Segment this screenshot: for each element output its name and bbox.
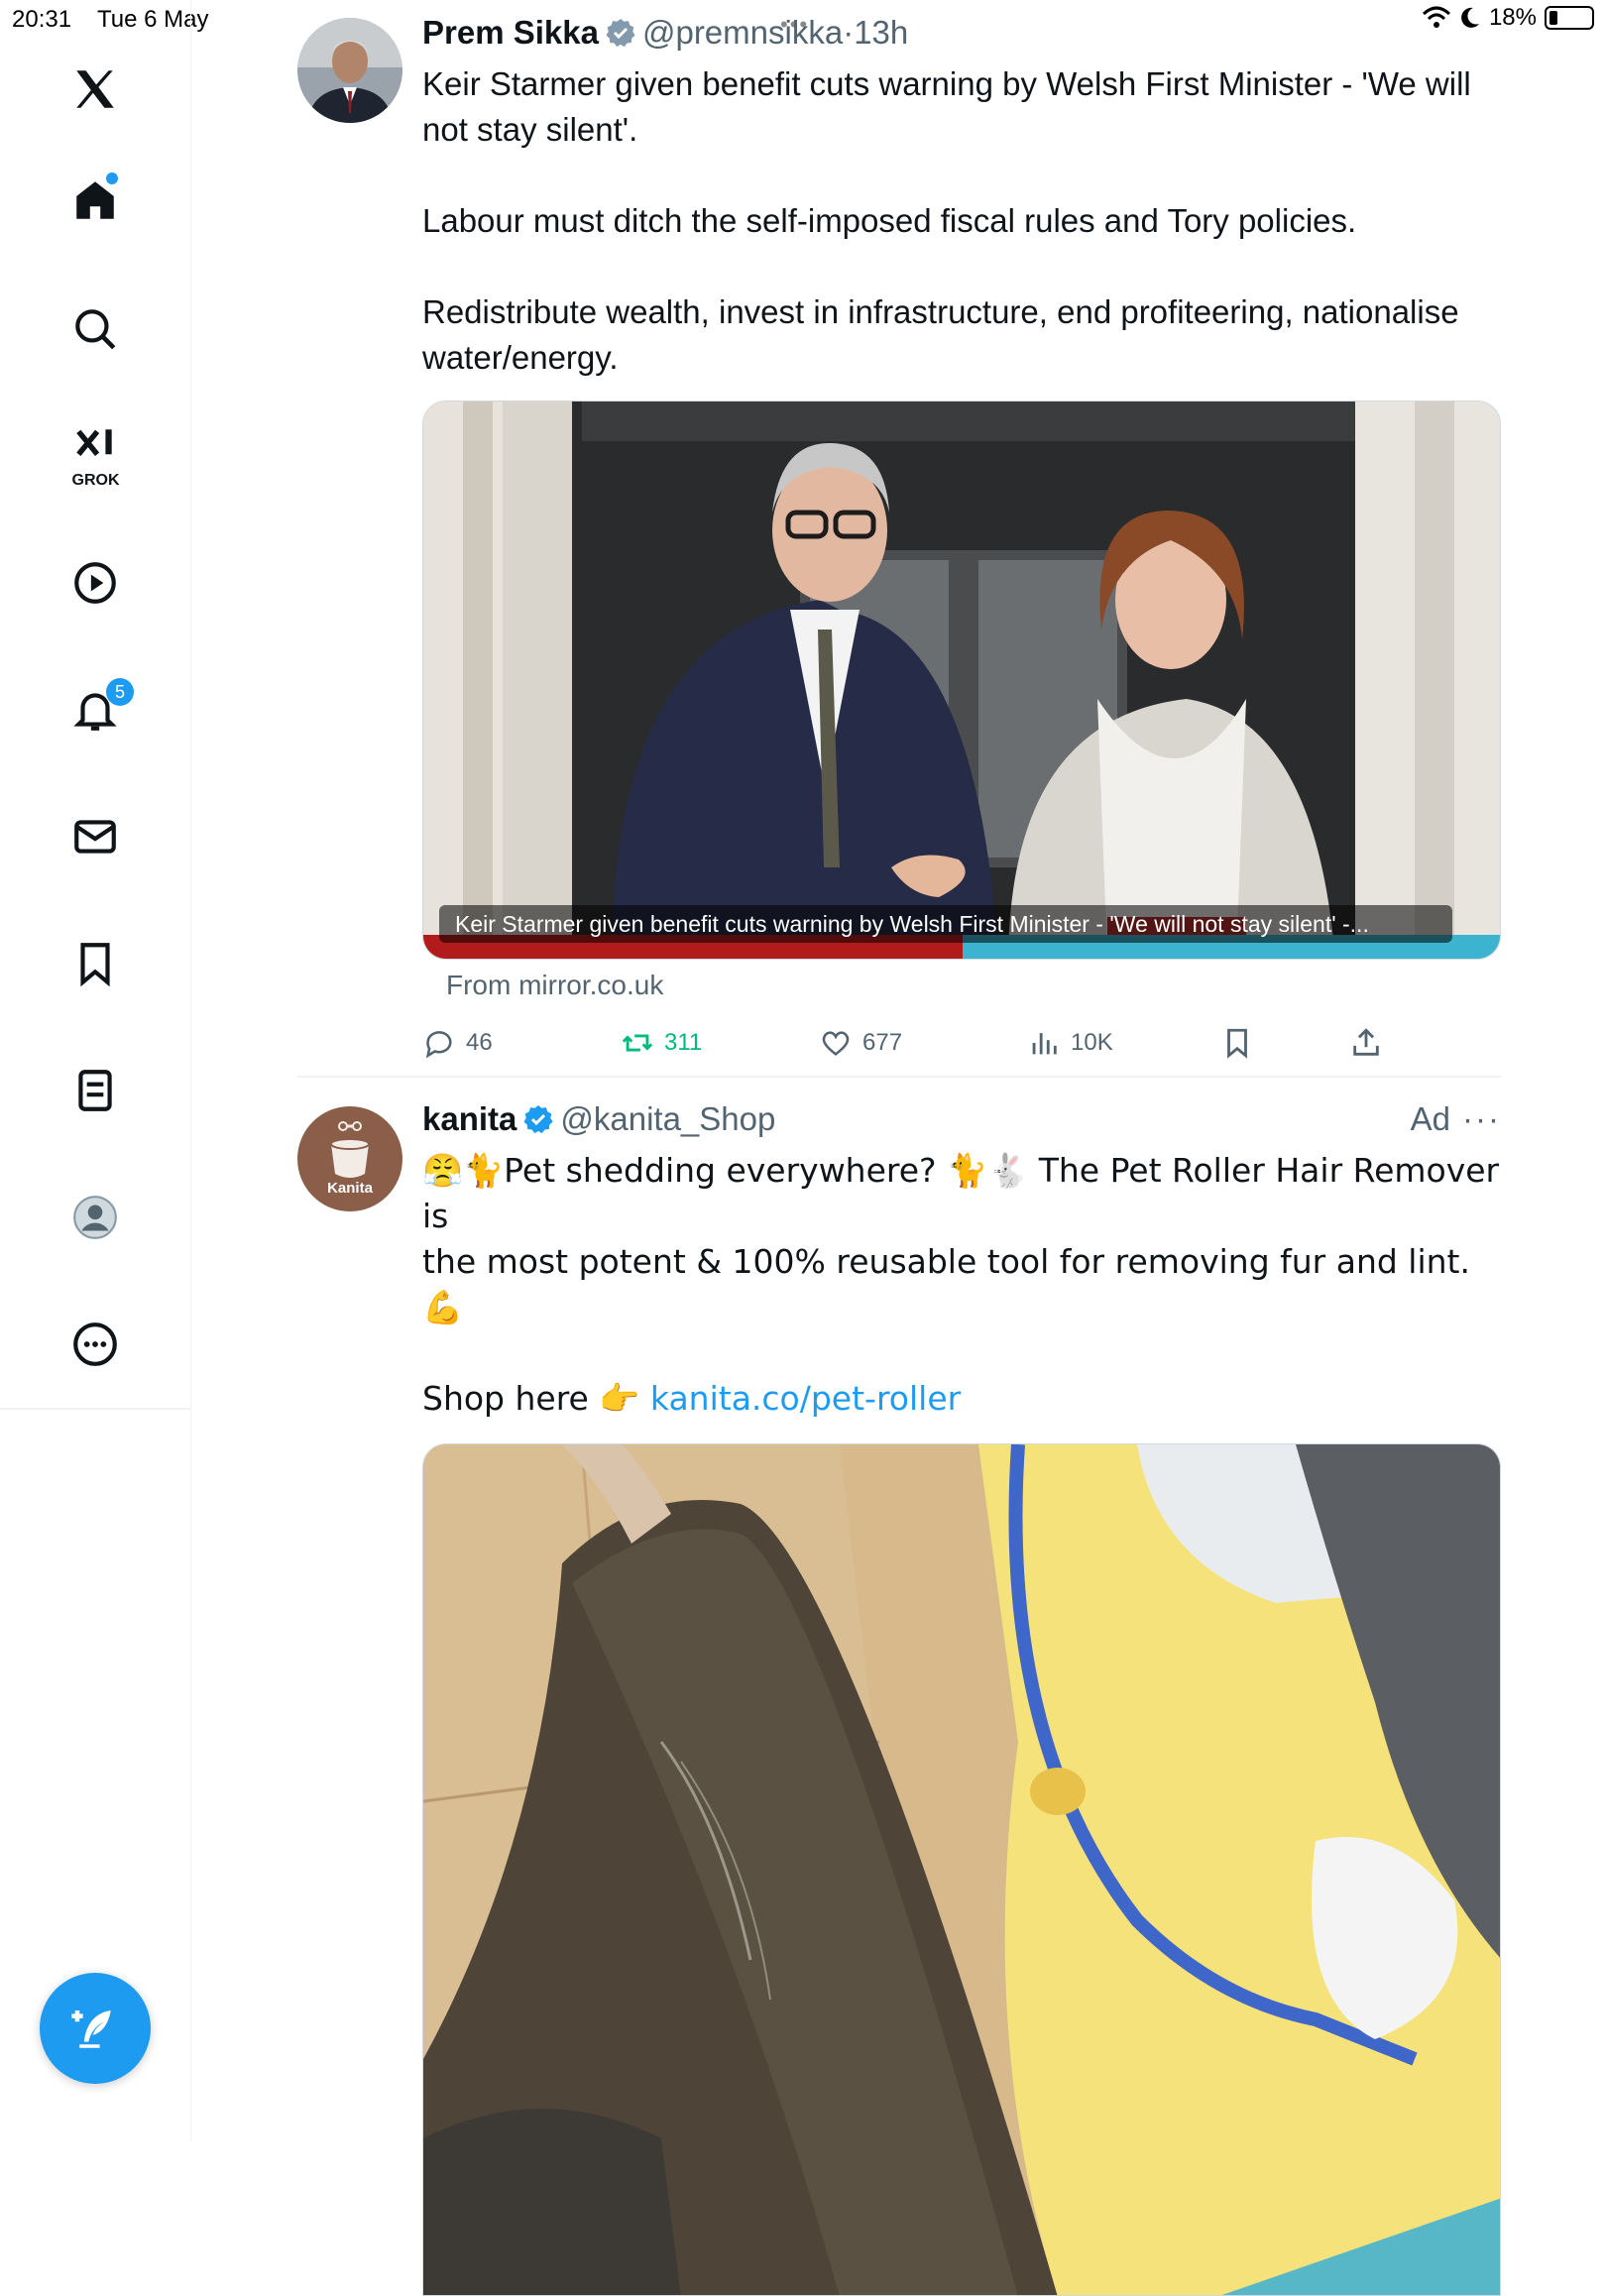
compose-feather-icon	[71, 2010, 111, 2048]
shop-text: Shop here 👉	[422, 1379, 650, 1418]
author-name[interactable]: kanita	[422, 1100, 516, 1137]
advertiser-avatar-label: Kanita	[327, 1180, 373, 1197]
author-handle[interactable]: @kanita_Shop	[560, 1100, 775, 1137]
profile-avatar-icon[interactable]	[63, 1186, 127, 1249]
bookmarks-icon[interactable]	[63, 932, 127, 995]
tweet-time[interactable]: 13h	[854, 14, 908, 51]
reply-button[interactable]: 46	[422, 1019, 493, 1067]
advertiser-avatar[interactable]: Kanita	[297, 1106, 402, 1211]
reply-count: 46	[466, 1029, 493, 1056]
link-card-source[interactable]: From mirror.co.uk	[446, 970, 1501, 1001]
messages-envelope-icon[interactable]	[63, 805, 127, 868]
ad-label: Ad	[1410, 1100, 1451, 1137]
video-play-icon[interactable]	[63, 551, 127, 615]
link-card-image[interactable]: Keir Starmer given benefit cuts warning …	[422, 401, 1501, 960]
author-avatar[interactable]	[297, 18, 402, 123]
reply-icon	[425, 1031, 452, 1059]
share-icon	[1353, 1028, 1379, 1056]
shop-link[interactable]: kanita.co/pet-roller	[650, 1379, 961, 1418]
pet-roller-video-frame	[423, 1444, 1500, 2295]
like-count: 677	[862, 1029, 903, 1056]
heart-icon	[822, 1031, 850, 1056]
x-logo-icon[interactable]	[63, 57, 127, 121]
views-button[interactable]: 10K	[1027, 1019, 1113, 1067]
search-icon[interactable]	[63, 297, 127, 361]
news-photo	[423, 402, 1500, 959]
author-handle[interactable]: @premnsikka	[642, 14, 843, 51]
tweet-divider	[297, 1076, 1501, 1078]
link-card-caption: Keir Starmer given benefit cuts warning …	[439, 905, 1452, 943]
views-chart-icon	[1032, 1033, 1057, 1055]
home-unread-dot	[106, 172, 118, 184]
sidebar-divider	[0, 1408, 190, 1410]
ad-indicator: Ad ···	[1411, 1100, 1501, 1138]
grok-icon[interactable]	[63, 416, 127, 480]
retweet-icon	[622, 1034, 653, 1052]
lists-icon[interactable]	[63, 1059, 127, 1122]
notifications-badge: 5	[106, 678, 134, 706]
tweet-header: kanita @kanita_Shop Ad ···	[422, 1100, 1501, 1144]
compose-post-button[interactable]	[40, 1973, 151, 2084]
shop-line: Shop here 👉 kanita.co/pet-roller	[422, 1376, 1501, 1422]
grok-label: GROK	[71, 472, 120, 489]
verified-badge-icon	[606, 19, 635, 48]
ad-text-line-1: 😤🐈Pet shedding everywhere? 🐈🐇 The Pet Ro…	[422, 1151, 1510, 1235]
tweet-header: Prem Sikka @premnsikka·13h	[422, 14, 1501, 57]
dot-separator: ·	[843, 14, 855, 51]
bookmark-button[interactable]	[1220, 1019, 1254, 1067]
ad-video[interactable]	[422, 1443, 1501, 2296]
battery-icon	[1545, 6, 1594, 30]
author-name[interactable]: Prem Sikka	[422, 14, 599, 51]
retweet-button[interactable]: 311	[621, 1019, 702, 1067]
more-options-icon[interactable]: ···	[1462, 1100, 1501, 1137]
like-button[interactable]: 677	[819, 1019, 902, 1067]
view-count: 10K	[1071, 1029, 1113, 1056]
tweet-actions: 46 311 677 10K	[422, 1019, 1501, 1079]
tweet-text: Keir Starmer given benefit cuts warning …	[422, 65, 1471, 376]
more-options-icon[interactable]	[63, 1313, 127, 1376]
share-button[interactable]	[1349, 1019, 1383, 1067]
sidebar: GROK 5	[0, 0, 191, 2141]
verified-badge-icon	[523, 1105, 553, 1134]
retweet-count: 311	[664, 1029, 703, 1056]
ad-text-line-2: the most potent & 100% reusable tool for…	[422, 1242, 1481, 1326]
bookmark-icon	[1227, 1028, 1247, 1059]
